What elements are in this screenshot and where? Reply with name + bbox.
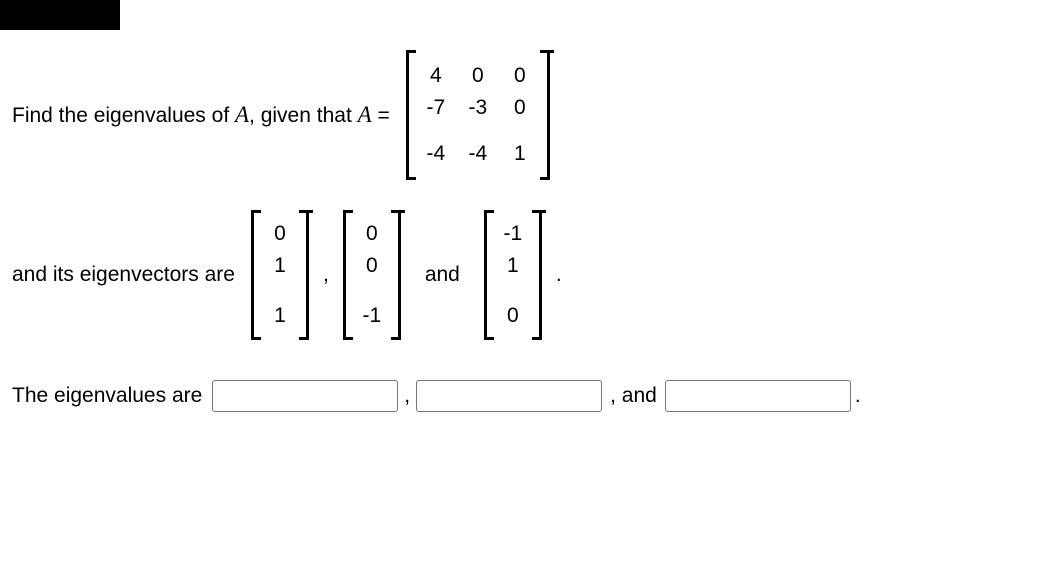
matA-r0c0: 4 xyxy=(422,64,450,88)
v3-b: 1 xyxy=(502,254,524,278)
prompt-eq: = xyxy=(372,104,390,127)
var-A-1: A xyxy=(235,102,249,127)
ans-sep2: , and xyxy=(610,384,657,408)
v1-b: 1 xyxy=(269,254,291,278)
matA-r0c1: 0 xyxy=(464,64,492,88)
v1-a: 0 xyxy=(269,222,291,246)
eigenvalue-input-1[interactable] xyxy=(212,380,398,412)
v1-c: 1 xyxy=(269,304,291,328)
v2-a: 0 xyxy=(361,222,383,246)
bracket-right-icon xyxy=(393,210,405,340)
matrix-A: 4 0 0 -7 -3 0 -4 -4 1 xyxy=(402,50,554,180)
bracket-right-icon xyxy=(301,210,313,340)
eigenvectors-row: and its eigenvectors are 0 1 1 , 0 0 -1 … xyxy=(12,210,865,340)
bracket-left-icon xyxy=(480,210,492,340)
bracket-left-icon xyxy=(402,50,414,180)
matA-r0c2: 0 xyxy=(506,64,534,88)
answer-lead: The eigenvalues are xyxy=(12,384,202,408)
v2-c: -1 xyxy=(361,304,383,328)
eigenvalue-input-3[interactable] xyxy=(665,380,851,412)
matA-r1c1: -3 xyxy=(464,96,492,120)
vec-sep-comma: , xyxy=(323,263,329,287)
bracket-left-icon xyxy=(247,210,259,340)
eigenvector-3: -1 1 0 xyxy=(480,210,546,340)
matA-r2c1: -4 xyxy=(464,142,492,166)
eigenvector-2: 0 0 -1 xyxy=(339,210,405,340)
eigenvectors-lead: and its eigenvectors are xyxy=(12,263,235,287)
matA-r1c0: -7 xyxy=(422,96,450,120)
prompt-part1: Find the eigenvalues of xyxy=(12,104,235,127)
prompt-part2: , given that xyxy=(249,104,358,127)
matA-r2c2: 1 xyxy=(506,142,534,166)
var-A-2: A xyxy=(358,102,372,127)
bracket-left-icon xyxy=(339,210,351,340)
bracket-right-icon xyxy=(542,50,554,180)
v2-b: 0 xyxy=(361,254,383,278)
eigenvector-1: 0 1 1 xyxy=(247,210,313,340)
v3-c: 0 xyxy=(502,304,524,328)
v3-a: -1 xyxy=(502,222,524,246)
bracket-right-icon xyxy=(534,210,546,340)
redacted-block xyxy=(0,0,120,30)
ans-end: . xyxy=(855,384,861,408)
answer-row: The eigenvalues are , , and . xyxy=(12,380,865,412)
problem-statement-row: Find the eigenvalues of A, given that A … xyxy=(12,50,865,180)
eigenvalue-input-2[interactable] xyxy=(416,380,602,412)
vec-sep-and: and xyxy=(425,263,460,287)
ans-sep1: , xyxy=(404,384,410,408)
prompt-text: Find the eigenvalues of A, given that A … xyxy=(12,102,390,128)
vec-end-period: . xyxy=(556,263,562,287)
matA-r2c0: -4 xyxy=(422,142,450,166)
matA-r1c2: 0 xyxy=(506,96,534,120)
